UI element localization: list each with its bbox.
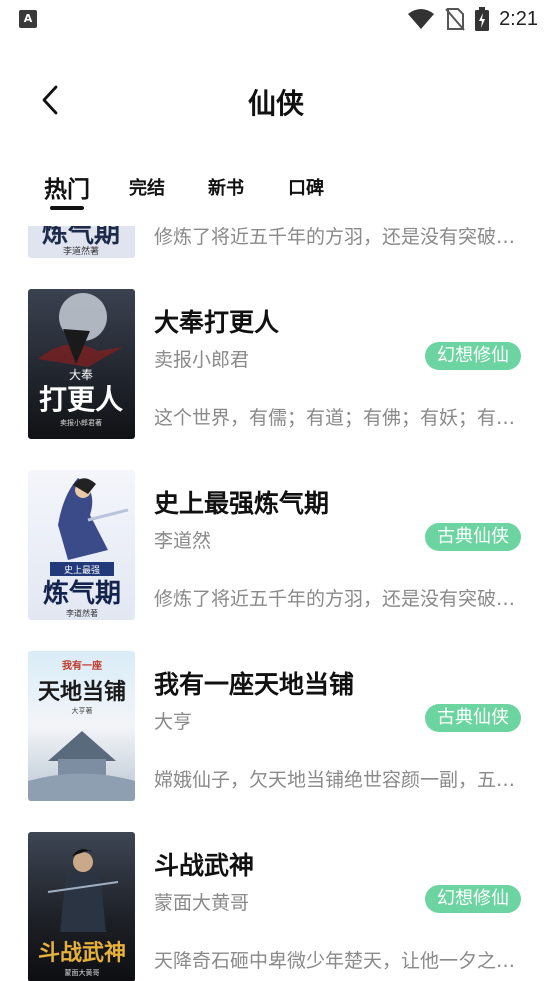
list-item[interactable]: 大奉 打更人 卖报小郎君著 大奉打更人 卖报小郎君 幻想修仙 这个世界，有儒；有… xyxy=(0,289,552,439)
book-description: 嫦娥仙子，欠天地当铺绝世容颜一副，五… xyxy=(154,769,516,791)
list-item[interactable]: 炼气期 李道然著 修炼了将近五千年的方羽，还是没有突破… xyxy=(0,226,552,258)
battery-charging-icon xyxy=(475,7,490,31)
book-cover: 我有一座 天地当铺 大亨著 xyxy=(28,651,135,801)
svg-text:李道然著: 李道然著 xyxy=(66,608,98,618)
wifi-icon xyxy=(408,9,435,29)
genre-tag: 古典仙侠 xyxy=(425,523,521,551)
list-item[interactable]: 我有一座 天地当铺 大亨著 我有一座天地当铺 大亨 古典仙侠 嫦娥仙子，欠天地当… xyxy=(0,651,552,801)
svg-text:炼气期: 炼气期 xyxy=(42,226,120,249)
svg-text:卖报小郎君著: 卖报小郎君著 xyxy=(60,418,102,427)
book-title: 史上最强炼气期 xyxy=(154,489,330,518)
book-author: 李道然 xyxy=(154,530,212,552)
svg-text:斗战武神: 斗战武神 xyxy=(38,940,126,966)
book-title: 大奉打更人 xyxy=(154,308,280,337)
book-title: 斗战武神 xyxy=(154,851,255,880)
book-description: 天降奇石砸中卑微少年楚天，让他一夕之… xyxy=(154,950,516,972)
book-author: 卖报小郎君 xyxy=(154,349,250,371)
svg-text:蒙面大黄哥: 蒙面大黄哥 xyxy=(65,968,100,977)
svg-text:天地当铺: 天地当铺 xyxy=(38,679,126,705)
book-title: 我有一座天地当铺 xyxy=(154,670,355,699)
svg-text:炼气期: 炼气期 xyxy=(43,578,121,609)
book-description: 这个世界，有儒；有道；有佛；有妖；有… xyxy=(154,407,516,429)
book-description: 修炼了将近五千年的方羽，还是没有突破… xyxy=(154,588,516,610)
svg-text:我有一座: 我有一座 xyxy=(62,659,102,672)
page-title: 仙侠 xyxy=(247,87,304,120)
book-list[interactable]: 炼气期 李道然著 修炼了将近五千年的方羽，还是没有突破… 大奉 打更人 卖报小郎… xyxy=(0,226,552,981)
no-sim-icon xyxy=(445,8,465,31)
tab-completed[interactable]: 完结 xyxy=(129,174,165,200)
list-item[interactable]: 史上最强 炼气期 李道然著 史上最强炼气期 李道然 古典仙侠 修炼了将近五千年的… xyxy=(0,470,552,620)
tab-new[interactable]: 新书 xyxy=(208,174,244,200)
svg-text:李道然著: 李道然著 xyxy=(63,245,99,257)
tab-hot[interactable]: 热门 xyxy=(44,170,90,204)
app-notification-icon: A xyxy=(19,10,37,28)
list-item[interactable]: 斗战武神 蒙面大黄哥 斗战武神 蒙面大黄哥 幻想修仙 天降奇石砸中卑微少年楚天，… xyxy=(0,832,552,981)
genre-tag: 幻想修仙 xyxy=(425,885,521,913)
book-cover: 大奉 打更人 卖报小郎君著 xyxy=(28,289,135,439)
svg-text:史上最强: 史上最强 xyxy=(64,564,100,576)
book-author: 蒙面大黄哥 xyxy=(154,892,250,914)
category-tabs: 热门 完结 新书 口碑 xyxy=(0,152,552,226)
tab-reputation[interactable]: 口碑 xyxy=(288,174,324,200)
header: 仙侠 xyxy=(0,38,552,152)
book-description: 修炼了将近五千年的方羽，还是没有突破… xyxy=(154,226,516,248)
book-author: 大亨 xyxy=(154,711,193,733)
genre-tag: 幻想修仙 xyxy=(425,342,521,370)
svg-text:大亨著: 大亨著 xyxy=(72,706,93,715)
book-cover: 斗战武神 蒙面大黄哥 xyxy=(28,832,135,981)
active-tab-indicator xyxy=(50,206,84,210)
status-bar: A 2:21 xyxy=(0,0,552,38)
status-icons: 2:21 xyxy=(407,6,538,32)
book-cover: 炼气期 李道然著 xyxy=(28,226,135,258)
svg-text:大奉: 大奉 xyxy=(69,368,93,382)
svg-text:打更人: 打更人 xyxy=(39,383,123,416)
genre-tag: 古典仙侠 xyxy=(425,704,521,732)
status-time: 2:21 xyxy=(499,7,538,30)
book-cover: 史上最强 炼气期 李道然著 xyxy=(28,470,135,620)
